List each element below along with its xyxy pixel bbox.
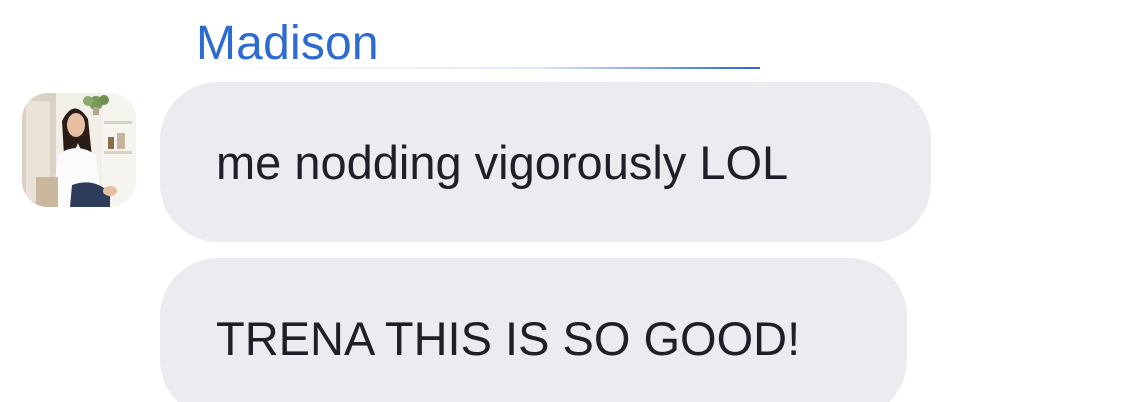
message-bubble[interactable]: me nodding vigorously LOL [160, 82, 931, 242]
divider [200, 67, 760, 69]
chat-message-group: Madison me nodding vigorously LOL TRENA … [0, 0, 1131, 402]
message-bubble[interactable]: TRENA THIS IS SO GOOD! [160, 258, 907, 402]
message-text: me nodding vigorously LOL [216, 135, 789, 189]
sender-name[interactable]: Madison [196, 14, 379, 74]
message-text: TRENA THIS IS SO GOOD! [216, 311, 801, 365]
user-avatar-photo-icon [22, 93, 136, 207]
avatar[interactable] [22, 93, 136, 207]
